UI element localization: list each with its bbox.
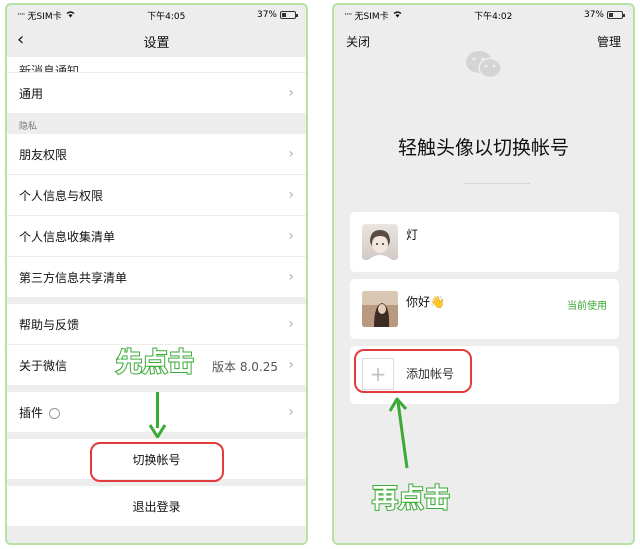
chevron-right-icon: ›: [288, 269, 294, 285]
settings-row-third-party[interactable]: 第三方信息共享清单 ›: [7, 257, 306, 298]
avatar[interactable]: [362, 224, 398, 260]
button-label: 退出登录: [132, 499, 181, 514]
version-text: 版本 8.0.25: [212, 360, 278, 374]
carrier-text: 无SIM卡: [354, 11, 389, 22]
battery-icon: [279, 11, 298, 19]
chevron-right-icon: ›: [288, 316, 294, 332]
section-label-privacy: 隐私: [7, 114, 306, 134]
avatar[interactable]: [362, 291, 398, 327]
bottom-fill: [7, 527, 306, 543]
settings-row-info-collection[interactable]: 个人信息收集清单 ›: [7, 216, 306, 257]
account-card[interactable]: 灯: [350, 212, 619, 272]
annotation-first-click: 先点击: [115, 347, 195, 379]
battery-icon: [606, 11, 625, 19]
signal-dots-icon: ····: [17, 10, 26, 20]
page-title: 设置: [143, 35, 170, 51]
wifi-icon: [392, 10, 403, 21]
row-label: 通用: [19, 86, 44, 101]
settings-row-help[interactable]: 帮助与反馈 ›: [7, 304, 306, 345]
row-label: 朋友权限: [19, 147, 68, 162]
row-label: 第三方信息共享清单: [19, 270, 128, 285]
status-time: 下午4:02: [474, 11, 513, 22]
chevron-right-icon: ›: [288, 187, 294, 203]
carrier-text: 无SIM卡: [27, 11, 62, 22]
settings-row-friend-permissions[interactable]: 朋友权限 ›: [7, 134, 306, 175]
chevron-right-icon: ›: [288, 146, 294, 162]
switch-account-title: 轻触头像以切换帐号: [397, 137, 569, 159]
switch-account-highlight: [90, 442, 224, 482]
annotation-second-click: 再点击: [371, 483, 451, 515]
status-bar: ···· 无SIM卡 下午4:02 37%: [334, 5, 633, 25]
arrow-down-shaft: [156, 392, 159, 428]
settings-row-notifications[interactable]: 新消息通知: [7, 57, 306, 73]
wechat-logo-icon: [466, 51, 502, 79]
row-label: 新消息通知: [19, 64, 80, 73]
add-account-highlight: [354, 349, 472, 393]
status-bar: ···· 无SIM卡 下午4:05 37%: [7, 5, 306, 25]
account-name: 灯: [406, 228, 419, 242]
signal-dots-icon: ····: [344, 10, 353, 20]
close-button[interactable]: 关闭: [346, 33, 370, 50]
chevron-right-icon: ›: [288, 404, 294, 420]
arrow-up-icon: [388, 397, 409, 469]
manage-button[interactable]: 管理: [597, 33, 621, 50]
row-label: 个人信息收集清单: [19, 229, 116, 244]
battery-percent: 37%: [583, 10, 604, 20]
settings-row-general[interactable]: 通用 ›: [7, 73, 306, 114]
account-card-current[interactable]: 你好👋 当前使用: [350, 279, 619, 339]
row-label: 关于微信: [19, 358, 68, 373]
chevron-right-icon: ›: [288, 85, 294, 101]
plugin-icon: [49, 407, 61, 419]
row-label: 帮助与反馈: [19, 317, 80, 332]
nav-bar: ‹ 设置: [7, 27, 306, 55]
row-label: 插件: [19, 405, 44, 420]
switch-account-screen: ···· 无SIM卡 下午4:02 37% 关闭 管理 轻触头像以切换帐号 灯 …: [332, 3, 635, 545]
avatar-photo-icon: [362, 291, 398, 327]
chevron-right-icon: ›: [288, 228, 294, 244]
arrow-down-head-icon: [149, 424, 166, 438]
wifi-icon: [65, 10, 76, 21]
battery-percent: 37%: [256, 10, 277, 20]
title-divider: [464, 183, 530, 184]
status-time: 下午4:05: [147, 11, 186, 22]
back-arrow-icon[interactable]: ‹: [17, 29, 24, 50]
avatar-illustration-icon: [368, 230, 392, 260]
settings-row-personal-info[interactable]: 个人信息与权限 ›: [7, 175, 306, 216]
logout-button[interactable]: 退出登录: [7, 486, 306, 527]
chevron-right-icon: ›: [288, 357, 294, 373]
row-label: 个人信息与权限: [19, 188, 104, 203]
account-name: 你好👋: [406, 295, 445, 309]
current-use-badge: 当前使用: [567, 301, 607, 312]
